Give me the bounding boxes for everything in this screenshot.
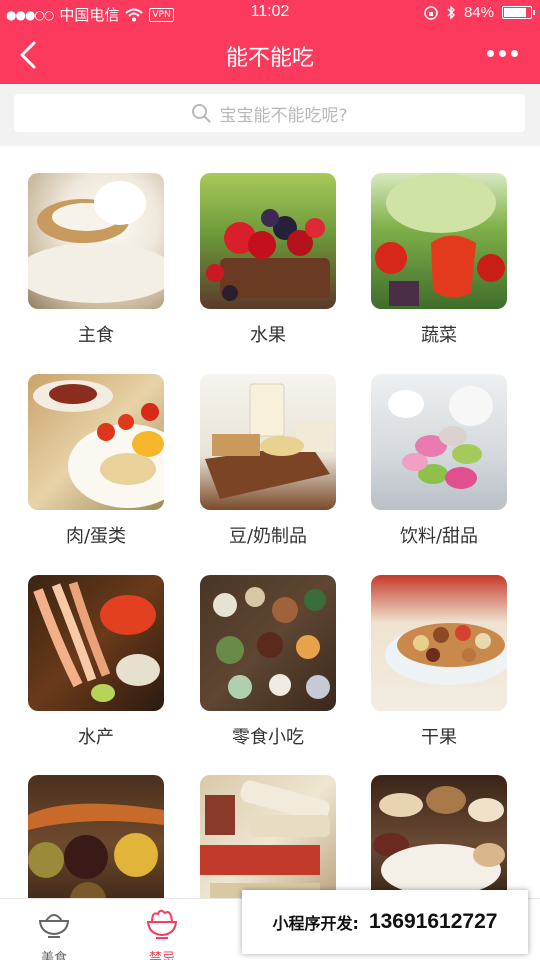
status-bar: ●●●○○ 中国电信 VPN 11:02 84% <box>0 0 540 26</box>
category-grid: 主食 水果 蔬菜 肉/蛋类 豆/奶制品 饮料/甜品 水产 零食小吃 干果 <box>0 146 540 898</box>
page-title: 能不能吃 <box>225 46 314 71</box>
search-icon <box>192 104 211 123</box>
orientation-lock-icon <box>424 5 438 20</box>
snacks-photo <box>200 575 336 711</box>
promo-label: 小程序开发: <box>272 914 359 933</box>
tab-label: 美食 <box>40 951 67 960</box>
search-area: 宝宝能不能吃呢? <box>0 84 540 146</box>
meat-egg-photo <box>28 374 164 510</box>
search-input[interactable]: 宝宝能不能吃呢? <box>14 94 525 132</box>
more-dots-icon[interactable] <box>487 50 518 57</box>
bluetooth-icon <box>447 5 455 20</box>
category-staple[interactable]: 主食 <box>28 173 164 347</box>
nuts-photo <box>371 575 507 711</box>
category-meat-egg[interactable]: 肉/蛋类 <box>28 374 164 548</box>
dot <box>499 50 506 57</box>
vegetable-photo <box>371 173 507 309</box>
seafood-photo <box>28 575 164 711</box>
drink-dessert-photo <box>371 374 507 510</box>
category-label: 蔬菜 <box>421 325 457 346</box>
category-spices[interactable] <box>28 775 164 898</box>
category-label: 饮料/甜品 <box>399 526 479 547</box>
herbs-photo <box>200 775 336 898</box>
category-seafood[interactable]: 水产 <box>28 575 164 749</box>
category-label: 豆/奶制品 <box>228 526 308 547</box>
navigation-bar: 能不能吃 <box>0 26 540 84</box>
bean-dairy-photo <box>200 374 336 510</box>
category-nuts[interactable]: 干果 <box>371 575 507 749</box>
promo-banner[interactable]: 小程序开发: 13691612727 <box>242 890 528 954</box>
category-label: 水果 <box>250 325 286 346</box>
tab-label: 禁忌 <box>148 951 175 960</box>
battery-fill <box>504 8 526 17</box>
category-label: 主食 <box>78 325 114 346</box>
category-bean-dairy[interactable]: 豆/奶制品 <box>200 374 336 548</box>
category-label: 干果 <box>421 727 457 748</box>
mushroom-photo <box>371 775 507 898</box>
tab-food[interactable]: 美食 <box>14 905 94 960</box>
battery-percent: 84% <box>463 4 494 21</box>
category-label: 零食小吃 <box>232 727 304 748</box>
battery-icon <box>502 6 535 19</box>
category-fruit[interactable]: 水果 <box>200 173 336 347</box>
spices-photo <box>28 775 164 898</box>
category-drink-dessert[interactable]: 饮料/甜品 <box>371 374 507 548</box>
fruit-photo <box>200 173 336 309</box>
search-placeholder: 宝宝能不能吃呢? <box>219 105 348 126</box>
dot <box>487 50 494 57</box>
tab-taboo[interactable]: 禁忌 <box>122 905 202 960</box>
category-herbs[interactable] <box>200 775 336 898</box>
category-snacks[interactable]: 零食小吃 <box>200 575 336 749</box>
bowl-icon <box>38 914 70 938</box>
rice-photo <box>28 173 164 309</box>
status-right: 84% <box>424 4 535 21</box>
salad-icon <box>146 909 178 939</box>
dot <box>511 50 518 57</box>
category-mushroom[interactable] <box>371 775 507 898</box>
category-label: 肉/蛋类 <box>65 526 127 547</box>
category-vegetable[interactable]: 蔬菜 <box>371 173 507 347</box>
promo-phone: 13691612727 <box>368 910 498 933</box>
category-label: 水产 <box>78 727 114 748</box>
